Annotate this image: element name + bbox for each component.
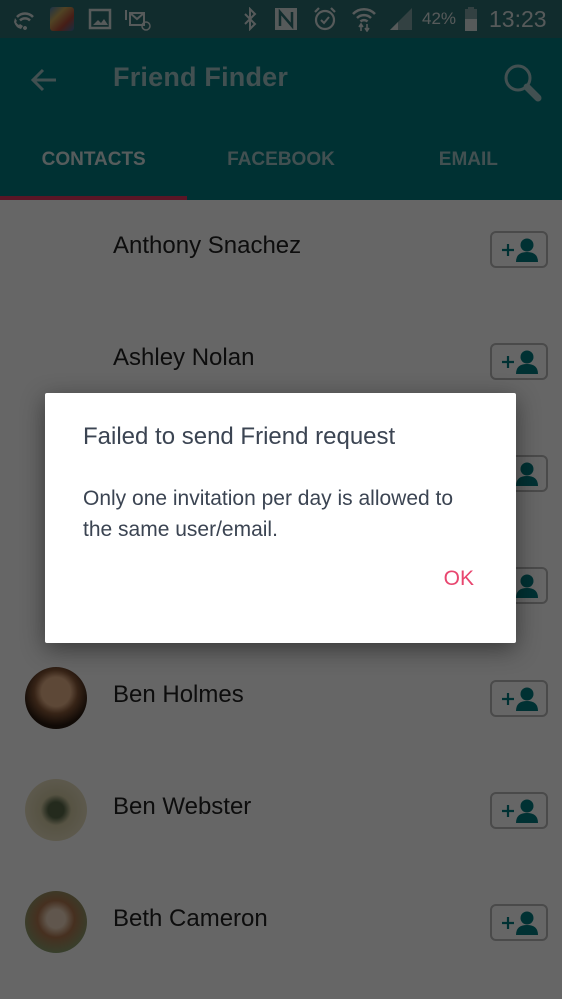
dialog-message: Only one invitation per day is allowed t… [83,487,454,541]
dialog-title: Failed to send Friend request [83,423,396,450]
ok-button[interactable]: OK [444,567,474,591]
error-dialog: Failed to send Friend request Only one i… [45,393,516,643]
